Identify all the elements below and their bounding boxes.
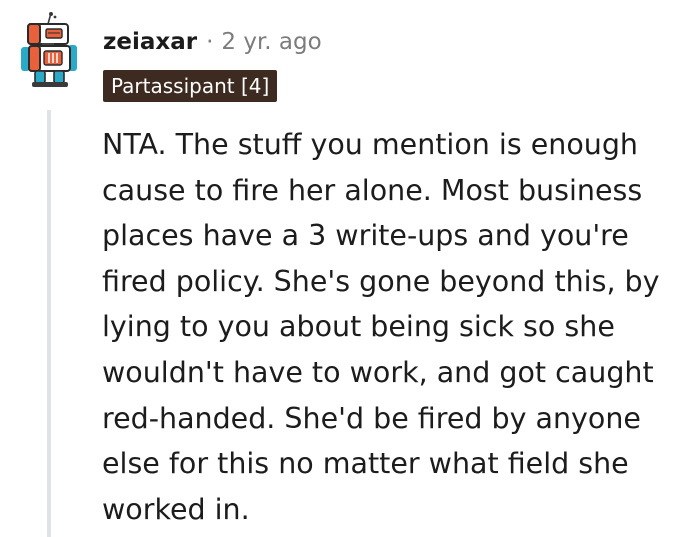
user-flair-badge: Partassipant [4] [103, 70, 278, 102]
thread-collapse-line[interactable] [47, 110, 51, 537]
separator-dot: · [206, 29, 214, 55]
timestamp-link[interactable]: 2 yr. ago [221, 25, 321, 59]
comment: zeiaxar · 2 yr. ago Partassipant [4] NTA… [0, 0, 700, 537]
username-link[interactable]: zeiaxar [103, 25, 197, 59]
robot-avatar-icon [21, 12, 77, 87]
avatar[interactable] [12, 11, 87, 91]
comment-body: NTA. The stuff you mention is enough cau… [102, 128, 660, 526]
comment-meta: zeiaxar · 2 yr. ago [103, 25, 322, 59]
